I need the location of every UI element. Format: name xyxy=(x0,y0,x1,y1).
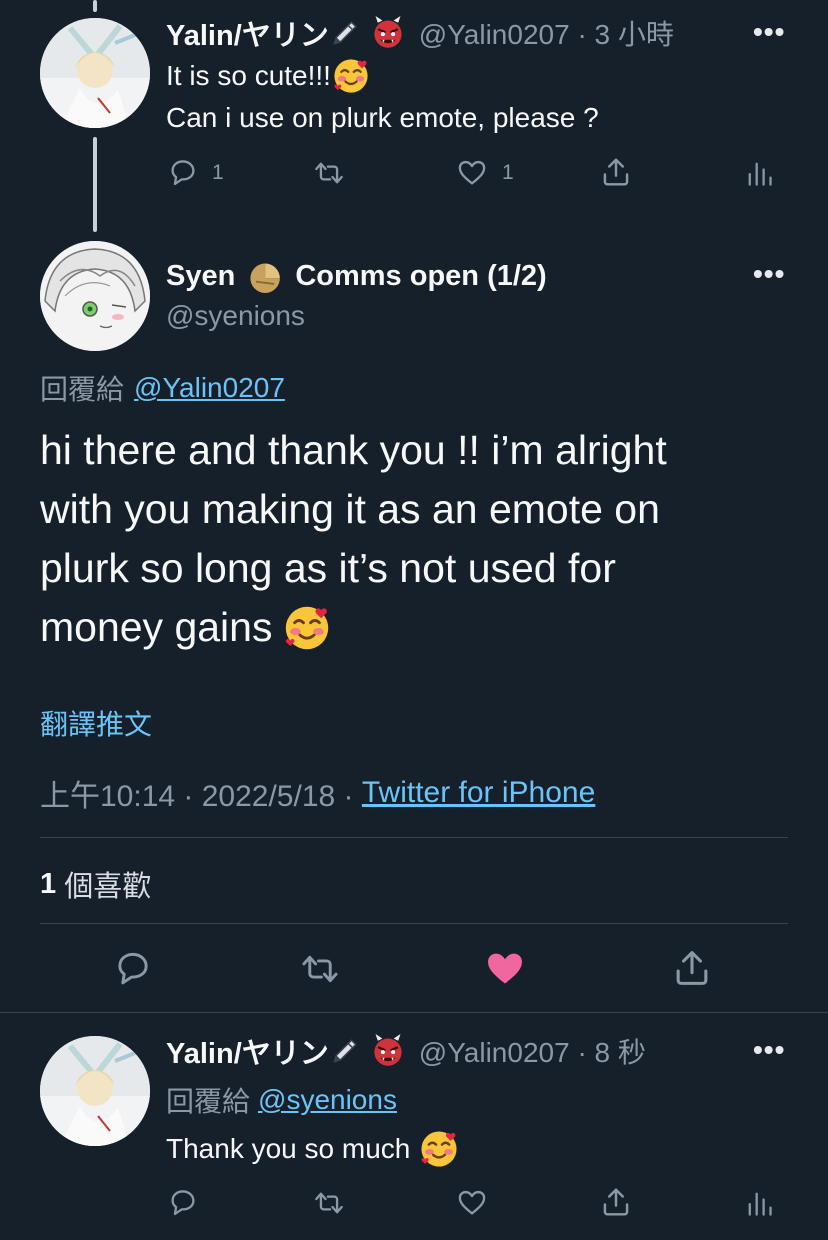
tweet3-text: Thank you so much xyxy=(166,1133,411,1164)
tweet1-like-count: 1 xyxy=(502,161,514,184)
heart-icon xyxy=(458,160,486,185)
tweet1-share-button[interactable] xyxy=(600,156,632,188)
smiling-hearts-emoji-icon xyxy=(333,58,369,94)
reply-prefix: 回覆給 xyxy=(40,374,125,405)
main-share-button[interactable] xyxy=(672,948,712,988)
heart-filled-icon xyxy=(488,953,522,984)
tweet3-stats-button[interactable] xyxy=(744,1188,774,1218)
heart-icon xyxy=(458,1190,486,1215)
smiling-hearts-emoji-icon xyxy=(284,604,331,651)
tweet3-header: Yalin/ヤリン @Yalin0207 · 8 秒 xyxy=(166,1032,646,1070)
avatar-yalin-image xyxy=(40,18,150,128)
fortune-cookie-emoji-icon xyxy=(249,262,282,293)
tweet1-like-button[interactable]: 1 xyxy=(456,158,514,188)
main-tweet-name-suffix[interactable]: Comms open (1/2) xyxy=(295,260,546,293)
divider xyxy=(0,1012,828,1013)
reply-to-link[interactable]: @Yalin0207 xyxy=(134,372,285,404)
tweet1-reply-button[interactable]: 1 xyxy=(168,158,224,188)
tweet3-like-button[interactable] xyxy=(456,1188,488,1218)
likes-number: 1 xyxy=(40,867,57,900)
avatar-yalin[interactable] xyxy=(40,1036,150,1146)
tweet3-retweet-button[interactable] xyxy=(312,1188,346,1218)
stats-icon xyxy=(748,162,772,186)
tweet1-display-name[interactable]: Yalin/ヤリン xyxy=(166,12,329,54)
main-tweet-header: Syen Comms open (1/2) xyxy=(166,256,547,296)
tweet3-reply-button[interactable] xyxy=(168,1188,198,1218)
main-tweet-body-line1: hi there and thank you !! i’m alright xyxy=(40,427,667,473)
divider xyxy=(40,837,788,838)
smiling-hearts-emoji-icon xyxy=(420,1130,459,1168)
tweet3-reply-context: 回覆給 @syenions xyxy=(166,1080,397,1120)
main-like-button[interactable] xyxy=(484,948,526,990)
tweet1-more-button[interactable]: ••• xyxy=(753,16,785,48)
tweet1-text-line1: It is so cute!!! xyxy=(166,58,369,94)
main-retweet-button[interactable] xyxy=(298,950,342,988)
tweet3-share-button[interactable] xyxy=(600,1186,632,1218)
pen-emoji-icon xyxy=(333,21,357,45)
tweet3-text-row: Thank you so much xyxy=(166,1130,459,1168)
tweet1-handle-time[interactable]: @Yalin0207 · 3 小時 xyxy=(419,13,674,53)
pen-emoji-icon xyxy=(333,1039,357,1063)
tweet3-handle-time[interactable]: @Yalin0207 · 8 秒 xyxy=(419,1031,646,1071)
reply-to-link[interactable]: @syenions xyxy=(258,1084,397,1116)
avatar-syen[interactable] xyxy=(40,241,150,351)
ogre-emoji-icon xyxy=(373,16,403,49)
tweet-source-link[interactable]: Twitter for iPhone xyxy=(362,776,595,810)
thread-line xyxy=(93,137,97,232)
reply-icon xyxy=(171,160,195,186)
main-tweet-body-line2: with you making it as an emote on xyxy=(40,486,660,532)
reply-icon xyxy=(171,1190,195,1216)
reply-icon xyxy=(118,952,148,985)
main-tweet-body-line4-row: money gains xyxy=(40,598,667,657)
main-tweet-display-name[interactable]: Syen xyxy=(166,260,235,293)
share-icon xyxy=(603,158,629,186)
tweet1-text-line2: Can i use on plurk emote, please ? xyxy=(166,102,599,133)
tweet1-text: It is so cute!!! xyxy=(166,60,331,91)
tweet1-stats-button[interactable] xyxy=(744,158,774,188)
main-tweet-meta: 上午10:14 · 2022/5/18 · Twitter for iPhone xyxy=(40,771,595,815)
tweet1-reply-count: 1 xyxy=(212,161,224,184)
stats-icon xyxy=(748,1192,772,1216)
translate-tweet-link[interactable]: 翻譯推文 xyxy=(40,703,152,743)
main-reply-button[interactable] xyxy=(114,950,152,988)
ogre-emoji-icon xyxy=(373,1034,403,1067)
tweet-timestamp[interactable]: 上午10:14 · 2022/5/18 · xyxy=(40,771,362,815)
avatar-yalin-image xyxy=(40,1036,150,1146)
tweet3-display-name[interactable]: Yalin/ヤリン xyxy=(166,1030,329,1072)
likes-summary[interactable]: 1 個喜歡 xyxy=(40,863,151,905)
avatar-syen-image xyxy=(40,241,150,351)
avatar-yalin[interactable] xyxy=(40,18,150,128)
main-tweet-body-line4: money gains xyxy=(40,604,273,650)
divider xyxy=(40,923,788,924)
tweet1-header: Yalin/ヤリン @Yalin0207 · 3 小時 xyxy=(166,14,674,52)
reply-prefix: 回覆給 xyxy=(166,1086,251,1117)
main-tweet-handle[interactable]: @syenions xyxy=(166,300,305,332)
tweet3-more-button[interactable]: ••• xyxy=(753,1034,785,1066)
main-tweet-body-line3: plurk so long as it’s not used for xyxy=(40,545,616,591)
thread-line-top xyxy=(93,0,97,12)
likes-label: 個喜歡 xyxy=(56,871,152,903)
share-icon xyxy=(603,1188,629,1216)
retweet-icon xyxy=(315,1192,343,1214)
share-icon xyxy=(676,951,708,985)
tweet1-retweet-button[interactable] xyxy=(312,158,346,188)
main-tweet-body: hi there and thank you !! i’m alright wi… xyxy=(40,421,667,657)
retweet-icon xyxy=(302,955,338,983)
main-tweet-reply-context: 回覆給 @Yalin0207 xyxy=(40,368,285,408)
main-tweet-more-button[interactable]: ••• xyxy=(753,258,785,290)
retweet-icon xyxy=(315,162,343,184)
